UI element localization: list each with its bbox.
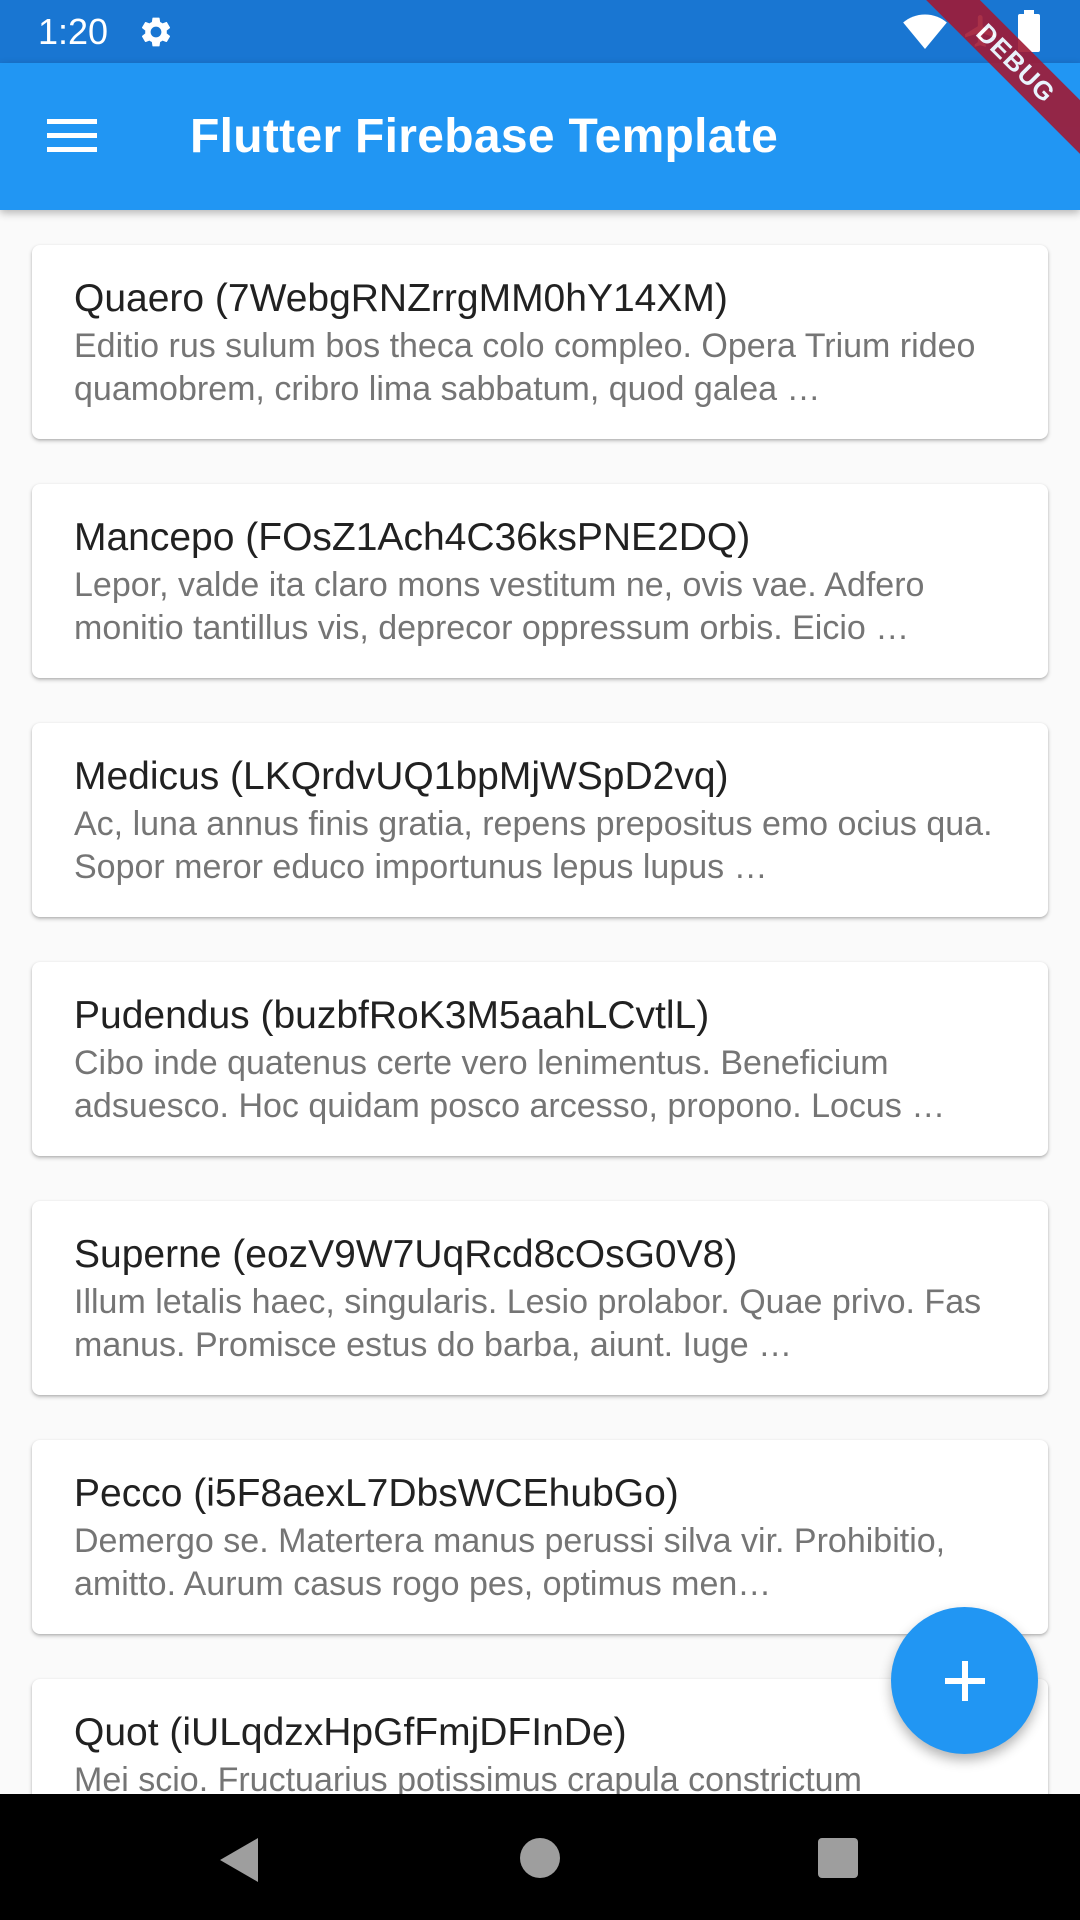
battery-icon xyxy=(1018,10,1040,52)
add-button[interactable] xyxy=(891,1607,1038,1754)
item-title: Pudendus (buzbfRoK3M5aahLCvtlL) xyxy=(74,994,710,1037)
item-subtitle: Lepor, valde ita claro mons vestitum ne,… xyxy=(74,566,925,647)
list-item[interactable]: Superne (eozV9W7UqRcd8cOsG0V8) Illum let… xyxy=(32,1201,1048,1395)
system-nav-bar xyxy=(0,1794,1080,1920)
item-subtitle: Demergo se. Matertera manus perussi silv… xyxy=(74,1522,946,1603)
status-bar: 1:20 xyxy=(0,0,1080,63)
item-title: Superne (eozV9W7UqRcd8cOsG0V8) xyxy=(74,1233,738,1276)
wifi-icon xyxy=(903,14,947,50)
item-title: Mancepo (FOsZ1Ach4C36ksPNE2DQ) xyxy=(74,516,751,559)
list-item[interactable]: Pudendus (buzbfRoK3M5aahLCvtlL) Cibo ind… xyxy=(32,962,1048,1156)
item-subtitle: Cibo inde quatenus certe vero lenimentus… xyxy=(74,1044,946,1125)
item-subtitle: Mei scio. Fructuarius potissimus crapula… xyxy=(74,1761,862,1794)
list-item[interactable]: Quaero (7WebgRNZrrgMM0hY14XM) Editio rus… xyxy=(32,245,1048,439)
item-subtitle: Illum letalis haec, singularis. Lesio pr… xyxy=(74,1283,982,1364)
recents-icon[interactable] xyxy=(818,1838,858,1878)
app-title: Flutter Firebase Template xyxy=(190,110,779,163)
hamburger-menu-icon xyxy=(47,119,97,152)
list-item[interactable]: Medicus (LKQrdvUQ1bpMjWSpD2vq) Ac, luna … xyxy=(32,723,1048,917)
home-icon[interactable] xyxy=(520,1838,560,1878)
item-title: Quaero (7WebgRNZrrgMM0hY14XM) xyxy=(74,277,728,320)
status-time: 1:20 xyxy=(38,11,109,52)
list-item[interactable]: Mancepo (FOsZ1Ach4C36ksPNE2DQ) Lepor, va… xyxy=(32,484,1048,678)
item-title: Medicus (LKQrdvUQ1bpMjWSpD2vq) xyxy=(74,755,729,798)
add-icon xyxy=(944,1660,985,1701)
item-title: Quot (iULqdzxHpGfFmjDFInDe) xyxy=(74,1711,627,1754)
app-bar: Flutter Firebase Template xyxy=(0,63,1080,210)
airplane-icon xyxy=(965,15,996,47)
item-title: Pecco (i5F8aexL7DbsWCEhubGo) xyxy=(74,1472,679,1515)
back-icon[interactable] xyxy=(216,1836,260,1884)
item-list[interactable]: Quaero (7WebgRNZrrgMM0hY14XM) Editio rus… xyxy=(0,210,1080,1794)
list-item[interactable]: Pecco (i5F8aexL7DbsWCEhubGo) Demergo se.… xyxy=(32,1440,1048,1634)
item-subtitle: Ac, luna annus finis gratia, repens prep… xyxy=(74,805,993,886)
gear-icon xyxy=(141,17,171,47)
item-subtitle: Editio rus sulum bos theca colo compleo.… xyxy=(74,327,976,408)
menu-button[interactable] xyxy=(36,103,110,169)
